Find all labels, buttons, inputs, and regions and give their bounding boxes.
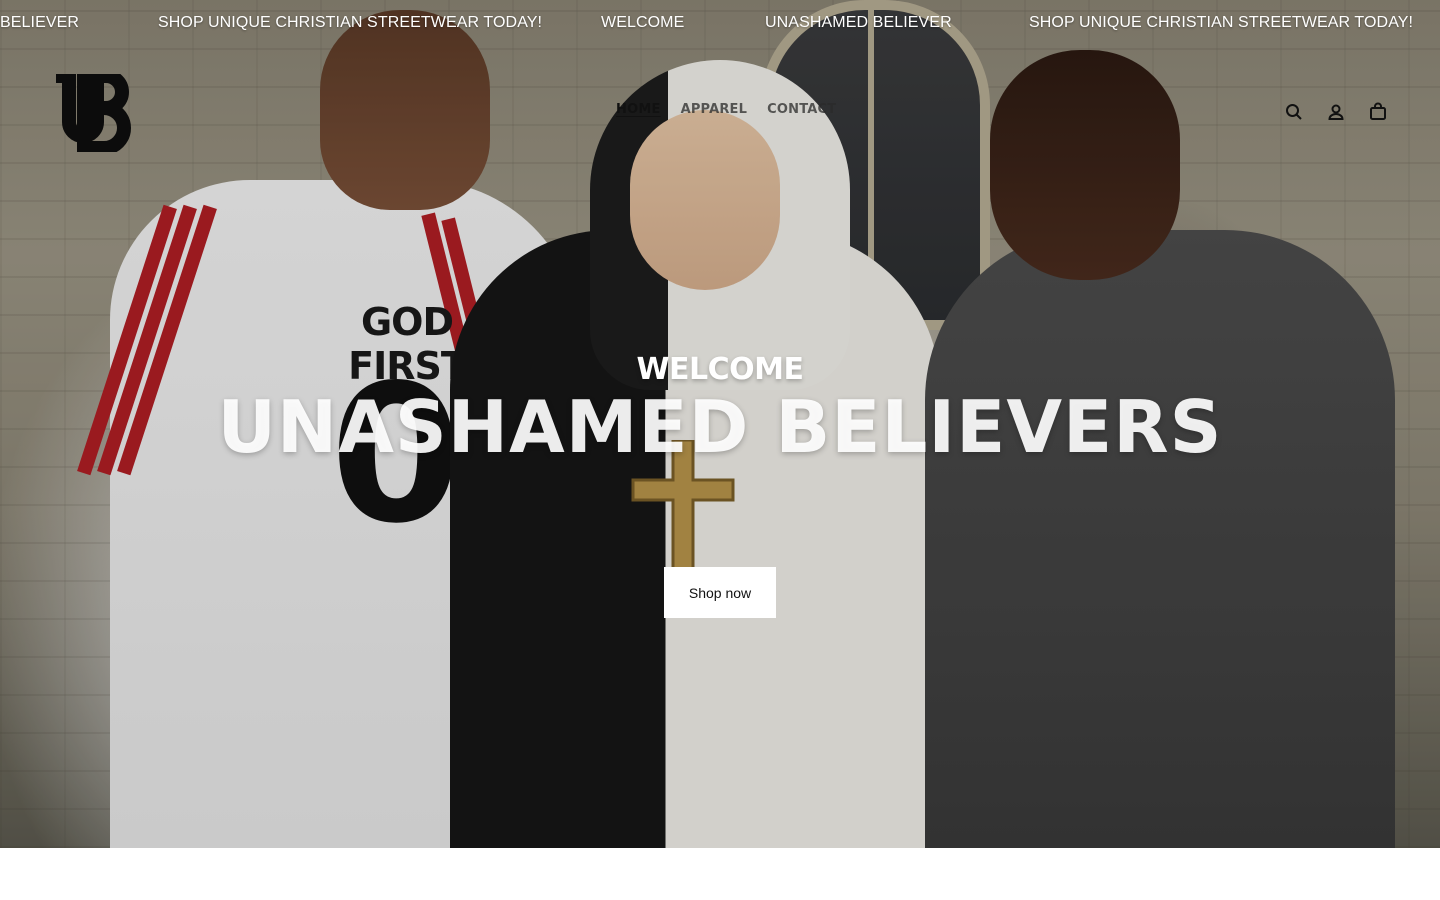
marquee-item: SHOP UNIQUE CHRISTIAN STREETWEAR TODAY! [1029, 14, 1414, 31]
marquee-item: BELIEVER [0, 14, 80, 31]
site-logo[interactable] [54, 69, 134, 155]
cart-icon[interactable] [1368, 102, 1388, 122]
header-icons [1284, 102, 1388, 122]
marquee-item: WELCOME [601, 14, 685, 31]
marquee-item: SHOP UNIQUE CHRISTIAN STREETWEAR TODAY! [158, 14, 543, 31]
hero-headline: UNASHAMED BELIEVERS [217, 385, 1223, 469]
ub-logo-icon [56, 69, 131, 155]
nav-home[interactable]: HOME [616, 102, 661, 117]
announcement-marquee: BELIEVER SHOP UNIQUE CHRISTIAN STREETWEA… [0, 14, 1440, 38]
shop-now-button[interactable]: Shop now [664, 567, 776, 618]
marquee-item: UNASHAMED BELIEVER [765, 14, 952, 31]
main-nav: HOME APPAREL CONTACT [616, 102, 836, 117]
nav-contact[interactable]: CONTACT [767, 102, 836, 117]
search-icon[interactable] [1284, 102, 1304, 122]
hero-welcome: WELCOME [636, 352, 804, 387]
nav-apparel[interactable]: APPAREL [681, 102, 748, 117]
account-icon[interactable] [1326, 102, 1346, 122]
